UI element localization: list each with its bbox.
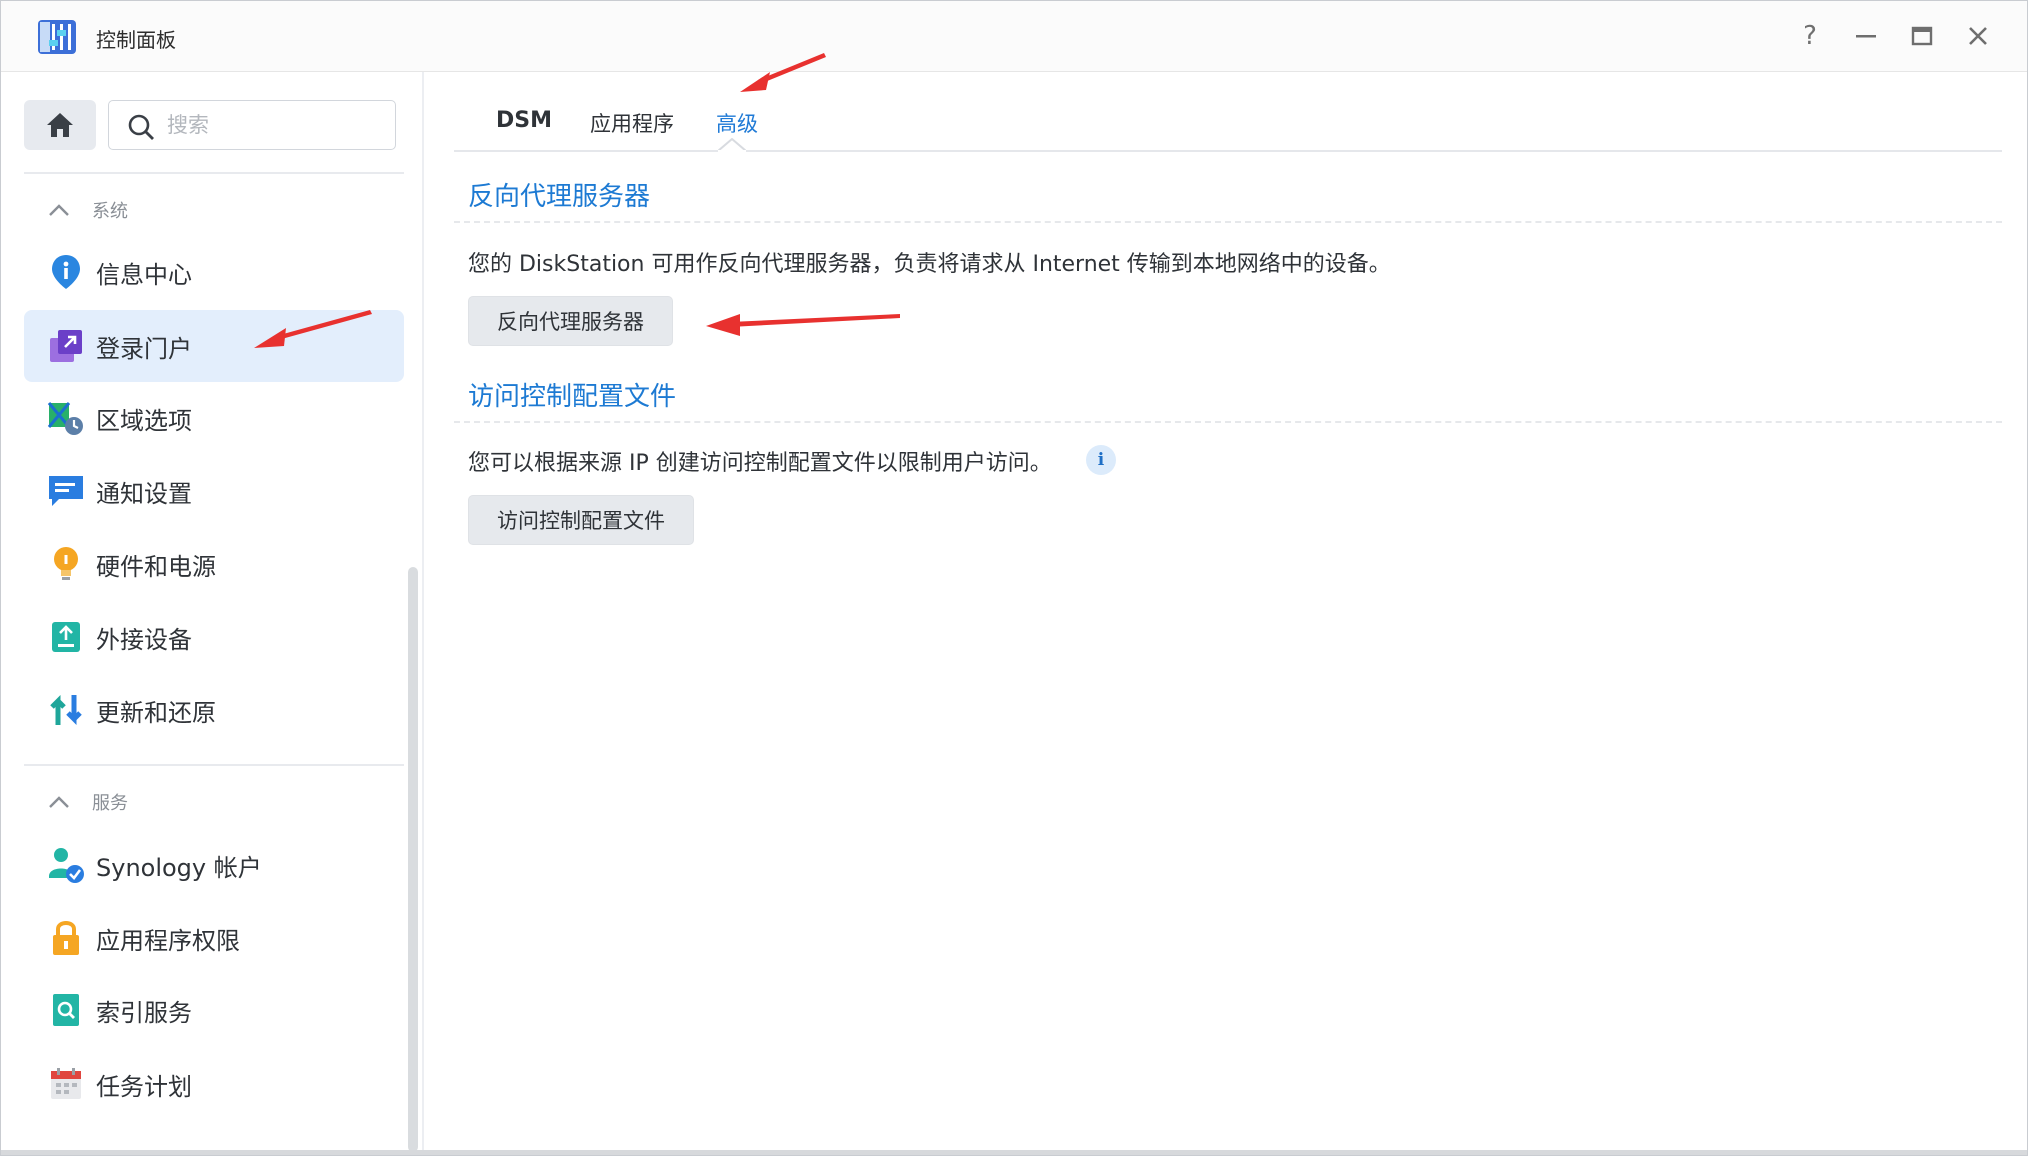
sidebar-item-label: 任务计划 (96, 1072, 192, 1101)
maximize-button[interactable] (1904, 18, 1940, 54)
sidebar-item-update-restore[interactable]: 更新和还原 (24, 674, 404, 746)
sidebar-item-app-privileges[interactable]: 应用程序权限 (24, 902, 404, 974)
sidebar-item-label: 登录门户 (96, 334, 192, 363)
sidebar-item-notification[interactable]: 通知设置 (24, 455, 404, 527)
group-header-system[interactable]: 系统 (48, 190, 128, 230)
help-button[interactable]: ? (1792, 18, 1828, 54)
group-header-services[interactable]: 服务 (48, 782, 128, 822)
home-button[interactable] (24, 100, 96, 150)
sidebar-item-label: 索引服务 (96, 998, 192, 1027)
main-panel: DSM 应用程序 高级 反向代理服务器 您的 DiskStation 可用作反向… (426, 72, 2028, 1156)
sidebar-item-info-center[interactable]: 信息中心 (24, 236, 404, 308)
home-icon (47, 113, 73, 137)
sidebar-item-label: 硬件和电源 (96, 552, 216, 581)
sidebar-divider (24, 172, 404, 174)
sidebar-item-label: Synology 帐户 (96, 853, 262, 882)
indexing-service-icon (46, 990, 86, 1030)
synology-account-icon (46, 845, 86, 885)
sidebar: 系统 信息中心 登录门户 区域选项 通知设置 硬件和电源 外接设 (0, 72, 424, 1156)
minimize-button[interactable] (1848, 18, 1884, 54)
section-divider (454, 221, 2002, 223)
update-restore-icon (46, 690, 86, 730)
reverse-proxy-button[interactable]: 反向代理服务器 (468, 296, 673, 346)
sidebar-item-external-devices[interactable]: 外接设备 (24, 601, 404, 673)
access-control-profile-button[interactable]: 访问控制配置文件 (468, 495, 694, 545)
close-button[interactable] (1960, 18, 1996, 54)
sidebar-item-label: 外接设备 (96, 625, 192, 654)
control-panel-app-icon (36, 18, 78, 56)
sidebar-item-label: 区域选项 (96, 406, 192, 435)
chevron-up-icon (49, 796, 69, 808)
info-icon[interactable]: i (1086, 445, 1116, 475)
tab-dsm[interactable]: DSM (496, 108, 552, 133)
task-scheduler-icon (46, 1064, 86, 1104)
search-icon (128, 114, 154, 140)
sidebar-item-label: 通知设置 (96, 479, 192, 508)
app-privileges-icon (46, 918, 86, 958)
tab-bar: DSM 应用程序 高级 (454, 100, 2002, 152)
sidebar-scrollbar[interactable] (408, 567, 418, 1152)
sidebar-item-label: 应用程序权限 (96, 926, 240, 955)
tab-advanced[interactable]: 高级 (716, 108, 758, 138)
search-box[interactable] (108, 100, 396, 150)
maximize-icon (1911, 26, 1933, 46)
search-input[interactable] (167, 109, 387, 141)
sidebar-item-indexing-service[interactable]: 索引服务 (24, 974, 404, 1046)
tab-applications[interactable]: 应用程序 (590, 108, 674, 138)
window-bottom-edge (0, 1150, 2028, 1156)
section-divider (454, 421, 2002, 423)
close-icon (1969, 27, 1987, 45)
sidebar-item-login-portal[interactable]: 登录门户 (24, 310, 404, 382)
sidebar-item-task-scheduler[interactable]: 任务计划 (24, 1048, 404, 1120)
group-label: 服务 (92, 793, 128, 814)
notification-icon (46, 471, 86, 511)
window-title: 控制面板 (96, 28, 176, 52)
section-description-reverse-proxy: 您的 DiskStation 可用作反向代理服务器，负责将请求从 Interne… (468, 252, 1391, 277)
minimize-icon (1856, 35, 1876, 38)
sidebar-item-label: 更新和还原 (96, 698, 216, 727)
info-center-icon (46, 252, 86, 292)
login-portal-icon (46, 326, 86, 366)
section-description-access-control: 您可以根据来源 IP 创建访问控制配置文件以限制用户访问。 (468, 451, 1052, 476)
sidebar-item-hardware-power[interactable]: 硬件和电源 (24, 528, 404, 600)
sidebar-item-synology-account[interactable]: Synology 帐户 (24, 829, 404, 901)
group-label: 系统 (92, 201, 128, 222)
sidebar-item-label: 信息中心 (96, 260, 192, 289)
hardware-power-icon (46, 544, 86, 584)
title-bar: 控制面板 ? (0, 0, 2028, 72)
sidebar-item-regional-options[interactable]: 区域选项 (24, 382, 404, 454)
section-title-reverse-proxy: 反向代理服务器 (468, 182, 651, 212)
active-tab-caret (718, 138, 746, 152)
section-title-access-control: 访问控制配置文件 (468, 382, 677, 412)
sidebar-divider (24, 764, 404, 766)
chevron-up-icon (49, 204, 69, 216)
regional-options-icon (46, 398, 86, 438)
external-devices-icon (46, 617, 86, 657)
